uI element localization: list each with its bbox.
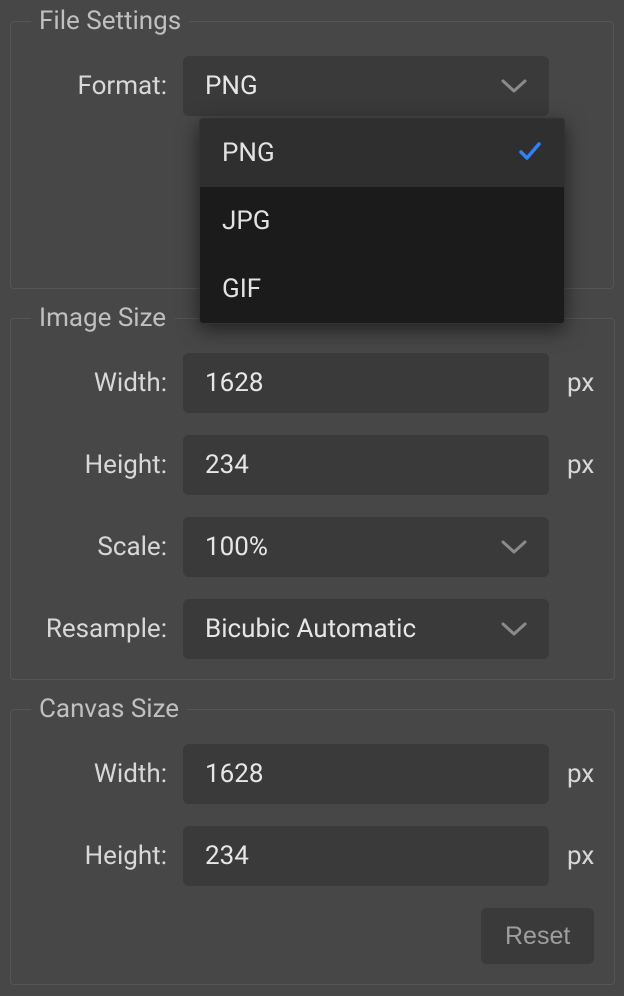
- image-height-unit: px: [567, 450, 594, 480]
- resample-label: Resample:: [31, 614, 183, 644]
- resample-row: Resample: Bicubic Automatic: [31, 599, 594, 659]
- canvas-height-value: 234: [205, 841, 249, 871]
- image-width-input[interactable]: 1628: [183, 353, 549, 413]
- format-option-label: GIF: [222, 274, 261, 304]
- chevron-down-icon: [501, 621, 527, 637]
- canvas-width-row: Width: 1628 px: [31, 744, 594, 804]
- scale-select[interactable]: 100%: [183, 517, 549, 577]
- resample-select[interactable]: Bicubic Automatic: [183, 599, 549, 659]
- image-width-row: Width: 1628 px: [31, 353, 594, 413]
- image-width-label: Width:: [31, 368, 183, 398]
- format-value: PNG: [205, 71, 258, 101]
- scale-label: Scale:: [31, 532, 183, 562]
- format-option-label: PNG: [222, 138, 275, 168]
- reset-button[interactable]: Reset: [481, 908, 594, 964]
- canvas-height-unit: px: [567, 841, 594, 871]
- image-height-value: 234: [205, 450, 249, 480]
- image-height-label: Height:: [31, 450, 183, 480]
- format-row: Format: PNG: [31, 56, 593, 116]
- canvas-width-input[interactable]: 1628: [183, 744, 549, 804]
- file-settings-legend: File Settings: [31, 6, 189, 36]
- canvas-size-group: Canvas Size Width: 1628 px Height: 234 p…: [10, 694, 615, 985]
- canvas-height-label: Height:: [31, 841, 183, 871]
- format-select[interactable]: PNG: [183, 56, 549, 116]
- scale-row: Scale: 100%: [31, 517, 594, 577]
- canvas-size-legend: Canvas Size: [31, 694, 187, 724]
- format-label: Format:: [31, 71, 183, 101]
- canvas-height-input[interactable]: 234: [183, 826, 549, 886]
- canvas-width-unit: px: [567, 759, 594, 789]
- file-settings-group: File Settings Format: PNG PNG JPG GIF: [10, 6, 614, 289]
- format-dropdown: PNG JPG GIF: [199, 118, 565, 324]
- canvas-width-label: Width:: [31, 759, 183, 789]
- format-option-label: JPG: [222, 206, 270, 236]
- image-height-input[interactable]: 234: [183, 435, 549, 495]
- chevron-down-icon: [501, 539, 527, 555]
- image-height-row: Height: 234 px: [31, 435, 594, 495]
- image-width-unit: px: [567, 368, 594, 398]
- canvas-button-row: Reset: [31, 908, 594, 964]
- format-option-jpg[interactable]: JPG: [200, 187, 564, 255]
- image-size-group: Image Size Width: 1628 px Height: 234 px…: [10, 303, 615, 680]
- check-icon: [518, 138, 542, 168]
- scale-value: 100%: [205, 532, 268, 562]
- canvas-height-row: Height: 234 px: [31, 826, 594, 886]
- canvas-width-value: 1628: [205, 759, 263, 789]
- resample-value: Bicubic Automatic: [205, 614, 416, 644]
- format-option-gif[interactable]: GIF: [200, 255, 564, 323]
- format-option-png[interactable]: PNG: [200, 119, 564, 187]
- image-width-value: 1628: [205, 368, 263, 398]
- image-size-legend: Image Size: [31, 303, 174, 333]
- chevron-down-icon: [501, 78, 527, 94]
